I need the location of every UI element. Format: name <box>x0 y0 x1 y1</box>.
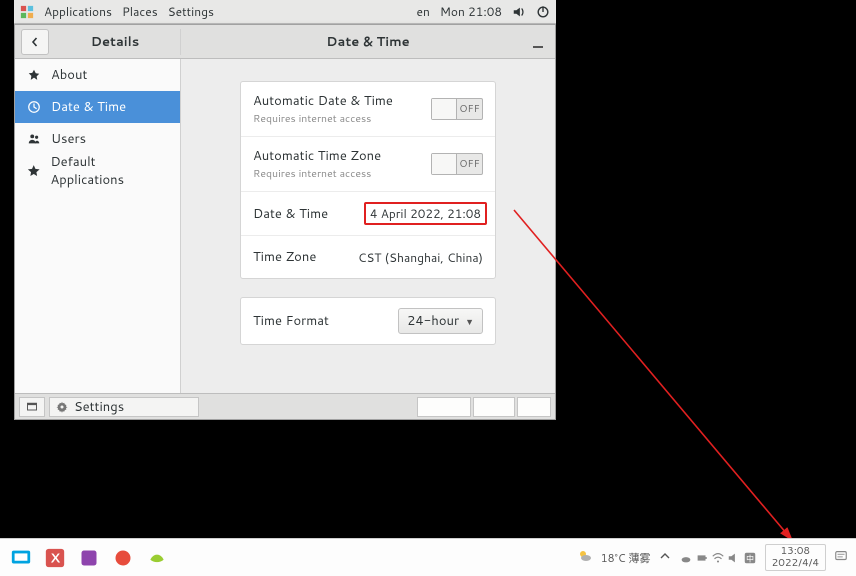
row-subtitle: Requires internet access <box>253 167 381 181</box>
time-zone-value: CST (Shanghai, China) <box>358 249 483 266</box>
date-time-value: 4 April 2022, 21:08 <box>364 202 487 225</box>
menu-applications[interactable]: Applications <box>44 3 112 20</box>
row-title: Automatic Time Zone <box>253 147 381 165</box>
host-tray: 18°C 薄雾 中 13:08 2022/4/4 <box>577 544 848 570</box>
taskbar-settings-label: Settings <box>74 398 124 416</box>
sidebar-item-label: Users <box>51 130 86 148</box>
row-title: Date & Time <box>253 205 328 223</box>
menu-places[interactable]: Places <box>122 3 158 20</box>
sidebar-item-label: About <box>51 66 87 84</box>
chevron-down-icon: ▼ <box>465 315 474 328</box>
header-right-title: Date & Time <box>326 33 409 51</box>
svg-text:中: 中 <box>746 552 754 564</box>
tray-wifi-icon[interactable] <box>711 551 725 565</box>
show-desktop-button[interactable] <box>19 397 45 417</box>
sidebar-item-users[interactable]: Users <box>15 123 180 155</box>
row-date-time[interactable]: Date & Time 4 April 2022, 21:08 <box>241 192 495 236</box>
sidebar-item-about[interactable]: About <box>15 59 180 91</box>
sidebar-item-label: Date & Time <box>51 98 126 116</box>
star-icon <box>27 164 40 178</box>
back-button[interactable] <box>21 29 49 55</box>
switch-label: OFF <box>457 102 482 116</box>
host-app-generic-1[interactable] <box>76 545 102 571</box>
bottom-panel: Settings <box>15 393 555 419</box>
tray-volume-icon[interactable] <box>727 551 741 565</box>
sidebar: About Date & Time Users Default Applicat… <box>15 59 181 393</box>
gnome-top-bar: Applications Places Settings en Mon 21:0… <box>14 0 556 24</box>
tray-chevron-up-icon[interactable] <box>659 550 671 566</box>
row-time-format: Time Format 24-hour ▼ <box>241 298 495 344</box>
taskbar-settings[interactable]: Settings <box>49 397 199 417</box>
row-auto-date-time[interactable]: Automatic Date & Time Requires internet … <box>241 82 495 137</box>
switch-label: OFF <box>457 157 482 171</box>
svg-text:X: X <box>50 549 60 567</box>
host-app-generic-2[interactable] <box>110 545 136 571</box>
row-title: Time Zone <box>253 248 316 266</box>
titlebar: Details Date & Time <box>15 25 555 59</box>
combo-value: 24-hour <box>407 312 459 330</box>
time-format-combo[interactable]: 24-hour ▼ <box>398 308 483 334</box>
minimize-button[interactable] <box>527 32 549 52</box>
tray-cloud-icon[interactable] <box>679 551 693 565</box>
host-app-generic-3[interactable] <box>144 545 170 571</box>
host-app-xshell[interactable]: X <box>42 545 68 571</box>
volume-icon[interactable] <box>512 5 526 19</box>
activities-icon <box>20 5 34 19</box>
header-left-title: Details <box>49 33 181 51</box>
settings-window: Details Date & Time About Date & Time <box>14 24 556 420</box>
clock-icon <box>27 100 41 114</box>
row-subtitle: Requires internet access <box>253 112 393 126</box>
switch-auto-time-zone[interactable]: OFF <box>431 153 483 175</box>
content-pane: Automatic Date & Time Requires internet … <box>181 59 555 393</box>
users-icon <box>27 132 41 146</box>
switch-auto-date-time[interactable]: OFF <box>431 98 483 120</box>
tray-ime-icon[interactable]: 中 <box>743 551 757 565</box>
row-time-zone[interactable]: Time Zone CST (Shanghai, China) <box>241 236 495 278</box>
row-auto-time-zone[interactable]: Automatic Time Zone Requires internet ac… <box>241 137 495 192</box>
pager-slot[interactable] <box>517 397 551 417</box>
tray-power-icon[interactable] <box>695 551 709 565</box>
about-icon <box>27 68 41 82</box>
weather-icon <box>577 548 593 568</box>
weather-text: 18°C 薄雾 <box>601 550 651 566</box>
power-icon[interactable] <box>536 5 550 19</box>
row-title: Automatic Date & Time <box>253 92 393 110</box>
host-taskbar: X 18°C 薄雾 中 13:08 2022/4/4 <box>0 538 856 576</box>
menu-settings[interactable]: Settings <box>168 3 214 20</box>
tray-notifications-icon[interactable] <box>834 549 848 567</box>
pager-slot[interactable] <box>473 397 515 417</box>
sidebar-item-date-time[interactable]: Date & Time <box>15 91 180 123</box>
input-language[interactable]: en <box>417 3 430 20</box>
pager-slot[interactable] <box>417 397 471 417</box>
row-title: Time Format <box>253 312 329 330</box>
clock[interactable]: Mon 21:08 <box>440 3 502 20</box>
host-clock[interactable]: 13:08 2022/4/4 <box>765 544 826 570</box>
host-clock-date: 2022/4/4 <box>772 558 819 569</box>
sidebar-item-default-apps[interactable]: Default Applications <box>15 155 180 187</box>
host-app-vmware[interactable] <box>8 545 34 571</box>
sidebar-item-label: Default Applications <box>50 153 168 189</box>
